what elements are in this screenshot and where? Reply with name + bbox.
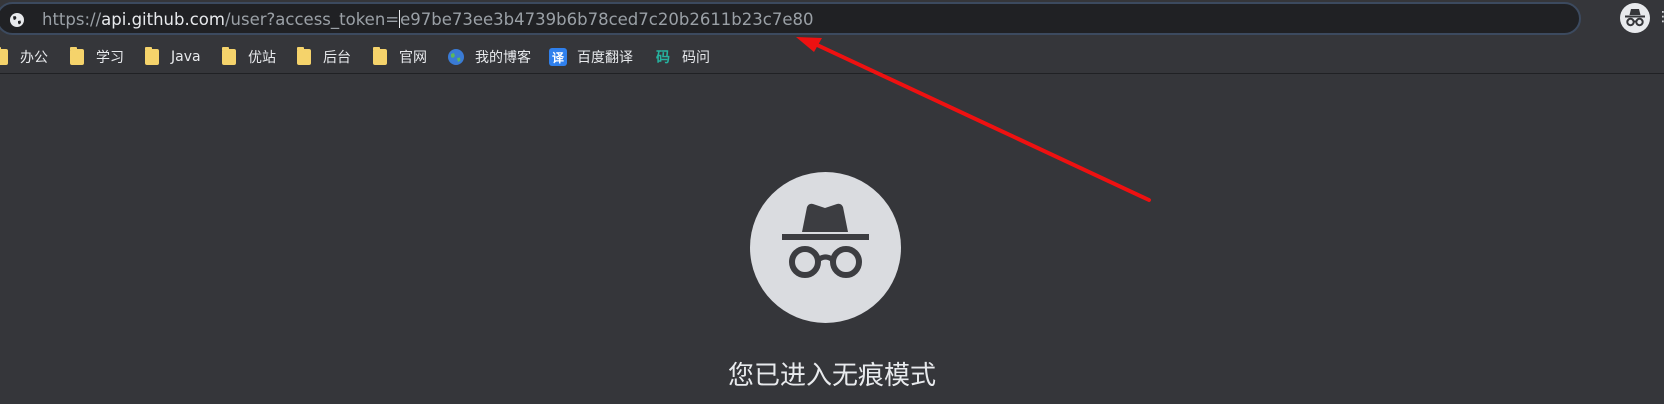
bookmark-label: 我的博客 bbox=[475, 50, 531, 66]
folder-icon bbox=[297, 47, 311, 65]
bookmark-label: 后台 bbox=[323, 50, 351, 66]
folder-icon bbox=[70, 47, 84, 65]
incognito-icon bbox=[782, 203, 869, 278]
bookmark-baidu-translate[interactable]: 译 百度翻译 bbox=[549, 46, 633, 68]
bookmarks-bar: 办公 学习 Java 优站 后台 官网 我的博客 译 百度翻译 码 码问 bbox=[0, 40, 1664, 74]
bookmark-folder-xuexi[interactable]: 学习 bbox=[70, 46, 124, 68]
address-url[interactable]: https://api.github.com/user?access_token… bbox=[42, 10, 814, 30]
browser-toolbar: https://api.github.com/user?access_token… bbox=[0, 0, 1664, 36]
bookmark-label: 优站 bbox=[248, 50, 276, 66]
bookmark-label: 办公 bbox=[20, 50, 48, 66]
url-path: /user?access_token= bbox=[224, 10, 400, 29]
bookmark-label: 官网 bbox=[399, 50, 427, 66]
incognito-icon bbox=[1625, 9, 1645, 27]
translate-icon: 译 bbox=[549, 48, 567, 66]
bookmark-label: 百度翻译 bbox=[577, 50, 633, 66]
globe-icon bbox=[448, 49, 464, 65]
incognito-illustration bbox=[750, 172, 901, 323]
folder-icon bbox=[145, 47, 159, 65]
bookmark-label: Java bbox=[171, 49, 201, 65]
menu-overflow-icon[interactable]: ⋮ bbox=[1656, 10, 1664, 24]
url-scheme: https:// bbox=[42, 10, 102, 29]
folder-icon bbox=[0, 47, 8, 65]
bookmark-label: 学习 bbox=[96, 50, 124, 66]
address-bar[interactable]: https://api.github.com/user?access_token… bbox=[0, 2, 1581, 35]
folder-icon bbox=[373, 47, 387, 65]
bookmark-folder-houtai[interactable]: 后台 bbox=[297, 46, 351, 68]
bookmark-folder-bangong[interactable]: 办公 bbox=[0, 46, 48, 68]
bookmark-mawen[interactable]: 码 码问 bbox=[654, 46, 710, 68]
bookmark-folder-youzhan[interactable]: 优站 bbox=[222, 46, 276, 68]
incognito-heading: 您已进入无痕模式 bbox=[727, 361, 936, 391]
mawen-icon: 码 bbox=[656, 50, 670, 66]
bookmark-my-blog[interactable]: 我的博客 bbox=[447, 46, 531, 68]
url-token: e97be73ee3b4739b6b78ced7c20b2611b23c7e80 bbox=[400, 10, 814, 29]
url-host: api.github.com bbox=[101, 10, 225, 29]
incognito-profile-button[interactable] bbox=[1620, 3, 1650, 33]
incognito-page: 您已进入无痕模式 bbox=[0, 77, 1664, 404]
bookmark-label: 码问 bbox=[682, 50, 710, 66]
folder-icon bbox=[222, 47, 236, 65]
bookmark-folder-java[interactable]: Java bbox=[145, 46, 201, 68]
globe-icon[interactable] bbox=[9, 12, 25, 28]
bookmark-folder-guanwang[interactable]: 官网 bbox=[373, 46, 427, 68]
